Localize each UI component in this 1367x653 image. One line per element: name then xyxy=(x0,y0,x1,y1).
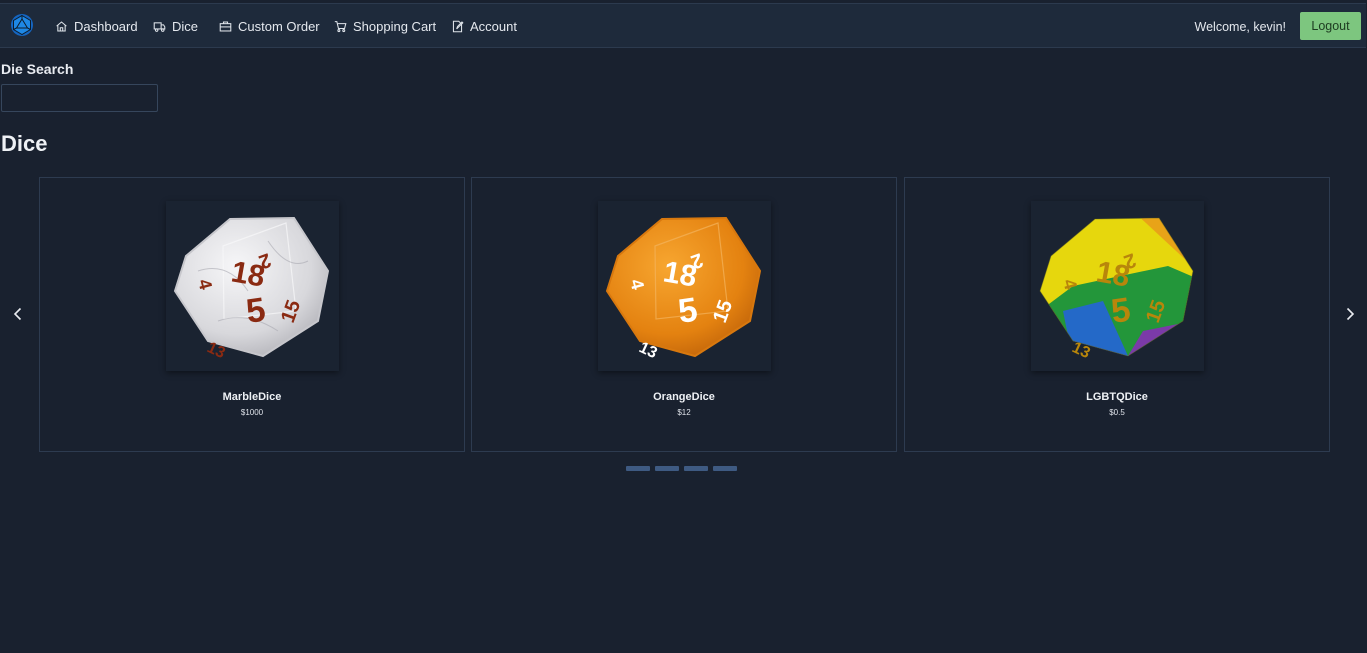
nav-dice[interactable]: Dice xyxy=(153,4,198,49)
orange-d20-image: 18 5 2 15 13 4 xyxy=(605,216,761,362)
product-price: $12 xyxy=(677,408,691,417)
carousel-indicator-4[interactable] xyxy=(713,466,737,471)
welcome-message: Welcome, kevin! xyxy=(1194,19,1286,34)
logout-button[interactable]: Logout xyxy=(1300,12,1361,40)
top-navbar: Dashboard Dice Custom Order Shopping Car… xyxy=(0,3,1366,48)
product-card[interactable]: 18 5 2 15 13 4 OrangeDice $12 xyxy=(471,177,897,452)
product-name: OrangeDice xyxy=(653,391,715,403)
cart-icon xyxy=(334,21,347,33)
product-price: $0.5 xyxy=(1109,408,1125,417)
nav-custom-order-label: Custom Order xyxy=(238,19,320,34)
truck-icon xyxy=(153,22,166,32)
dice-section-title: Dice xyxy=(1,131,48,156)
carousel-indicators xyxy=(626,466,737,471)
chevron-left-icon xyxy=(13,307,22,321)
nav-shopping-cart[interactable]: Shopping Cart xyxy=(334,4,436,49)
carousel-indicator-2[interactable] xyxy=(655,466,679,471)
product-name: MarbleDice xyxy=(222,391,282,403)
nav-custom-order[interactable]: Custom Order xyxy=(219,4,320,49)
die-search-label: Die Search xyxy=(1,61,74,77)
briefcase-icon xyxy=(219,21,232,32)
rainbow-d20-image: 18 5 2 15 13 4 xyxy=(1038,217,1194,362)
product-name: LGBTQDice xyxy=(1086,391,1148,403)
product-card[interactable]: 18 5 2 15 13 4 LGBTQDice $0.5 xyxy=(904,177,1330,452)
marble-d20-image: 18 5 2 15 13 4 xyxy=(173,216,329,362)
product-card[interactable]: 18 5 2 15 13 4 MarbleDice $1000 xyxy=(39,177,465,452)
edit-icon xyxy=(452,20,464,33)
chevron-right-icon xyxy=(1346,307,1355,321)
carousel-indicator-1[interactable] xyxy=(626,466,650,471)
carousel-prev-button[interactable] xyxy=(8,303,28,325)
carousel-indicator-3[interactable] xyxy=(684,466,708,471)
product-image[interactable]: 18 5 2 15 13 4 xyxy=(598,201,771,371)
nav-dashboard[interactable]: Dashboard xyxy=(55,4,138,49)
product-price: $1000 xyxy=(240,408,264,417)
nav-dice-label: Dice xyxy=(172,19,199,34)
d20-logo-icon[interactable] xyxy=(10,13,34,37)
carousel-next-button[interactable] xyxy=(1340,303,1360,325)
home-icon xyxy=(56,21,67,32)
nav-dashboard-label: Dashboard xyxy=(74,19,138,34)
nav-shopping-cart-label: Shopping Cart xyxy=(353,19,437,34)
nav-account-label: Account xyxy=(470,19,517,34)
product-image[interactable]: 18 5 2 15 13 4 xyxy=(1031,201,1204,371)
product-image[interactable]: 18 5 2 15 13 4 xyxy=(166,201,339,371)
die-search-input[interactable] xyxy=(1,84,158,112)
nav-account[interactable]: Account xyxy=(451,4,517,49)
